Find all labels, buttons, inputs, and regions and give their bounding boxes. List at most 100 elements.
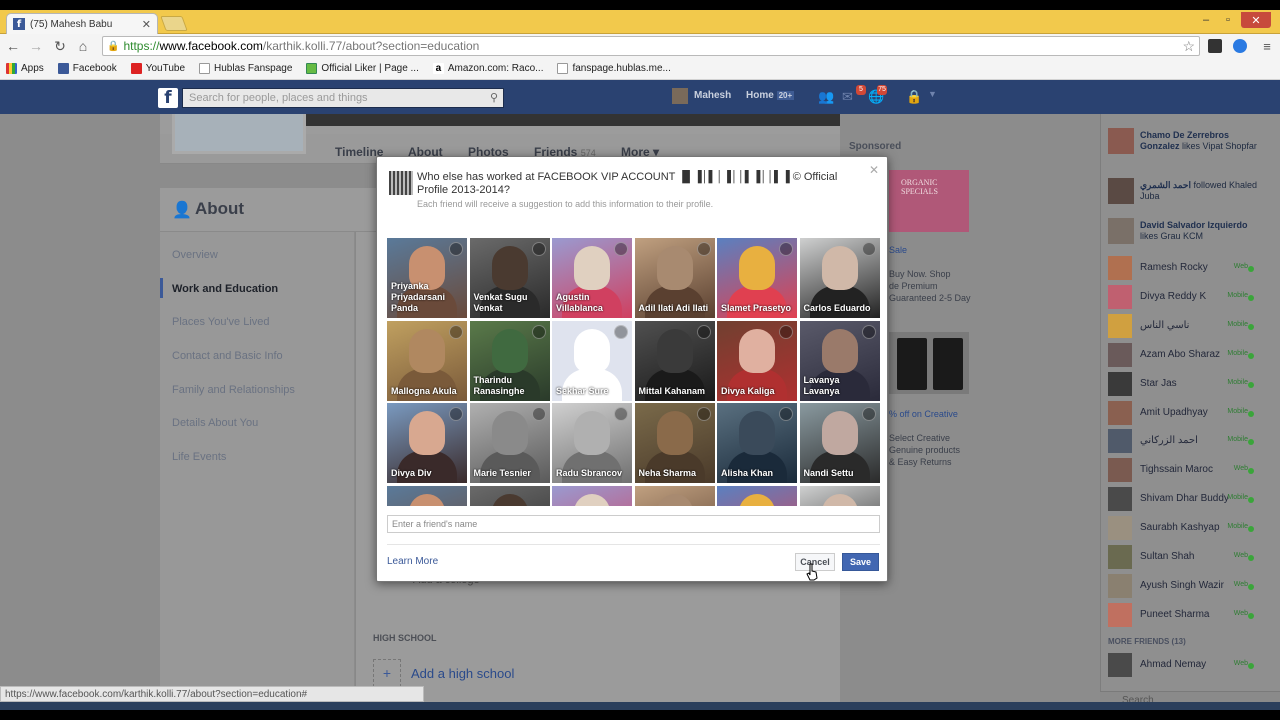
chat-friend[interactable]: Ahmad Nemay Web: [1100, 651, 1280, 679]
learn-more-link[interactable]: Learn More: [387, 556, 438, 567]
chat-friend[interactable]: Amit Upadhyay Mobile: [1100, 399, 1280, 427]
home-icon[interactable]: ⌂: [74, 37, 92, 55]
friend-tile[interactable]: Tharindu Ranasinghe: [469, 320, 550, 401]
friend-tile[interactable]: [552, 485, 632, 506]
facebook-search-input[interactable]: Search for people, places and things ⚲: [182, 88, 504, 108]
forward-icon[interactable]: →: [27, 37, 45, 55]
friend-tile[interactable]: [717, 485, 797, 506]
friend-tile[interactable]: Marie Tesnier: [469, 403, 550, 483]
select-checkbox-icon[interactable]: [531, 242, 546, 256]
chat-friend[interactable]: Divya Reddy K Mobile: [1100, 283, 1280, 311]
user-name-link[interactable]: Mahesh: [694, 90, 731, 101]
friend-requests-icon[interactable]: 👥: [818, 89, 834, 105]
friend-tile[interactable]: [469, 485, 550, 506]
select-checkbox-icon[interactable]: [779, 324, 793, 339]
select-checkbox-icon[interactable]: [696, 324, 711, 339]
friend-tile[interactable]: Nandi Settu: [799, 403, 880, 483]
select-checkbox-icon[interactable]: [779, 242, 793, 256]
friend-tile[interactable]: [634, 485, 715, 506]
select-checkbox-icon[interactable]: [449, 407, 463, 421]
chat-friend[interactable]: Tighssain Maroc Web: [1100, 456, 1280, 484]
friend-tile[interactable]: [387, 485, 467, 506]
bookmark-apps[interactable]: Apps: [6, 63, 44, 74]
ticker-item[interactable]: Chamo De Zerrebros Gonzalez likes Vipat …: [1140, 130, 1268, 152]
ticker-avatar[interactable]: [1108, 178, 1134, 204]
select-checkbox-icon[interactable]: [696, 407, 711, 421]
select-checkbox-icon[interactable]: [449, 242, 463, 256]
ticker-item[interactable]: David Salvador Izquierdo likes Grau KCM: [1140, 220, 1268, 242]
friend-tile[interactable]: Alisha Khan: [717, 403, 797, 483]
new-tab-button[interactable]: [160, 16, 188, 31]
friend-tile[interactable]: Divya Div: [387, 403, 467, 483]
chat-friend[interactable]: Saurabh Kashyap Mobile: [1100, 514, 1280, 542]
friend-name-input[interactable]: Enter a friend's name: [387, 515, 880, 533]
about-nav-overview[interactable]: Overview: [172, 249, 218, 261]
about-nav-life-events[interactable]: Life Events: [172, 451, 226, 463]
friend-tile[interactable]: Agustin Villablanca: [552, 238, 632, 318]
maximize-window-icon[interactable]: ▫: [1218, 12, 1238, 28]
bookmark-official-liker[interactable]: Official Liker | Page ...: [306, 63, 419, 74]
ad-speakers-image[interactable]: [889, 332, 969, 394]
privacy-icon[interactable]: 🔒: [906, 89, 922, 105]
friend-tile[interactable]: Neha Sharma: [634, 403, 715, 483]
about-nav-contact[interactable]: Contact and Basic Info: [172, 350, 283, 362]
tab-close-icon[interactable]: ✕: [142, 18, 151, 31]
friend-tile[interactable]: Mittal Kahanam: [634, 320, 715, 401]
select-checkbox-icon[interactable]: [861, 324, 876, 339]
menu-icon[interactable]: ≡: [1258, 37, 1276, 55]
friend-tile[interactable]: Priyanka Priyadarsani Panda: [387, 238, 467, 318]
select-checkbox-icon[interactable]: [614, 242, 628, 256]
chat-friend[interactable]: Ramesh Rocky Web: [1100, 254, 1280, 282]
friend-tile[interactable]: Slamet Prasetyo: [717, 238, 797, 318]
select-checkbox-icon[interactable]: [614, 407, 628, 421]
friend-tile[interactable]: Mallogna Akula: [387, 320, 467, 401]
about-nav-details[interactable]: Details About You: [172, 417, 258, 429]
back-icon[interactable]: ←: [4, 37, 22, 55]
extension-globe-icon[interactable]: [1233, 39, 1247, 53]
select-checkbox-icon[interactable]: [861, 242, 876, 256]
chat-friend[interactable]: Puneet Sharma Web: [1100, 601, 1280, 629]
close-window-icon[interactable]: ✕: [1241, 12, 1271, 28]
ticker-item[interactable]: احمد الشمري followed Khaled Juba: [1140, 180, 1268, 202]
friend-tile[interactable]: Carlos Eduardo: [799, 238, 880, 318]
about-nav-family[interactable]: Family and Relationships: [172, 384, 295, 396]
about-nav-places[interactable]: Places You've Lived: [172, 316, 270, 328]
settings-chevron-icon[interactable]: ▼: [928, 89, 944, 105]
chat-friend[interactable]: ناسي الناس Mobile: [1100, 312, 1280, 340]
chat-friend[interactable]: Sultan Shah Web: [1100, 543, 1280, 571]
user-avatar[interactable]: [672, 88, 688, 104]
select-checkbox-icon[interactable]: [531, 324, 546, 339]
friend-tile[interactable]: Lavanya Lavanya: [799, 320, 880, 401]
chat-friend[interactable]: Star Jas Mobile: [1100, 370, 1280, 398]
bookmark-amazon[interactable]: a Amazon.com: Raco...: [432, 63, 543, 74]
add-high-school-icon[interactable]: +: [373, 659, 401, 687]
bookmark-fanspage[interactable]: fanspage.hublas.me...: [557, 63, 671, 74]
friend-tile[interactable]: Sekhar Sure: [552, 320, 632, 401]
chat-friend[interactable]: Shivam Dhar Buddy Mobile: [1100, 485, 1280, 513]
search-icon[interactable]: ⚲: [490, 91, 498, 104]
select-checkbox-icon[interactable]: [449, 324, 463, 339]
browser-tab[interactable]: f (75) Mahesh Babu ✕: [6, 13, 158, 34]
friend-tile[interactable]: Venkat Sugu Venkat: [469, 238, 550, 318]
extension-icon[interactable]: [1208, 39, 1222, 53]
ad2-link[interactable]: % off on Creative: [889, 408, 958, 420]
home-link[interactable]: Home 20+: [746, 90, 795, 101]
select-checkbox-icon[interactable]: [696, 242, 711, 256]
bookmark-star-icon[interactable]: ☆: [1182, 38, 1195, 55]
ticker-avatar[interactable]: [1108, 218, 1134, 244]
dialog-close-icon[interactable]: ✕: [869, 163, 879, 177]
chat-friend[interactable]: احمد الزركاني Mobile: [1100, 427, 1280, 455]
ad1-sale-link[interactable]: Sale: [889, 244, 907, 256]
address-bar[interactable]: 🔒 https://www.facebook.com/karthik.kolli…: [102, 36, 1200, 56]
select-checkbox-icon[interactable]: [861, 407, 876, 421]
save-button[interactable]: Save: [842, 553, 879, 571]
friend-tile[interactable]: [799, 485, 880, 506]
bookmark-youtube[interactable]: YouTube: [130, 63, 185, 74]
about-nav-work-education[interactable]: Work and Education: [172, 283, 278, 295]
friend-tile[interactable]: Adil Ilati Adi Ilati: [634, 238, 715, 318]
friend-tile[interactable]: Divya Kaliga: [717, 320, 797, 401]
facebook-logo-icon[interactable]: f: [158, 88, 178, 108]
chat-friend[interactable]: Ayush Singh Wazir Web: [1100, 572, 1280, 600]
select-checkbox-icon[interactable]: [779, 407, 793, 421]
select-checkbox-icon[interactable]: [531, 407, 546, 421]
